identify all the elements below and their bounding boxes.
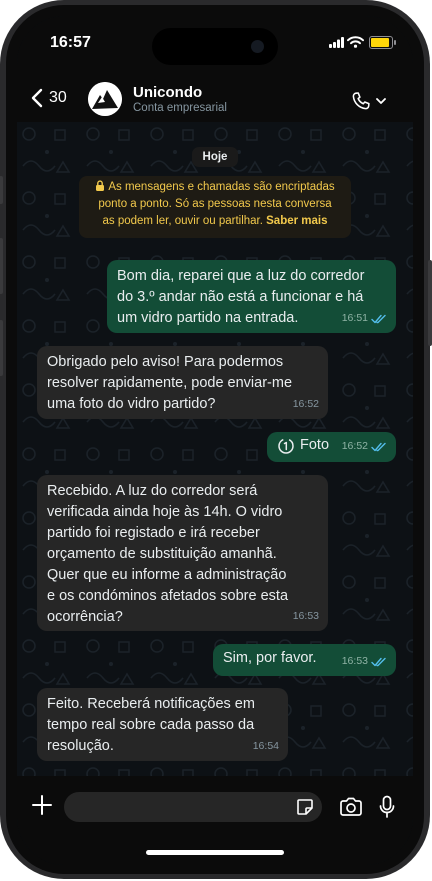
message-time: 16:54 xyxy=(252,740,279,752)
learn-more-link[interactable]: Saber mais xyxy=(266,215,327,227)
message-meta: 16:53 xyxy=(342,651,387,672)
camera-icon[interactable] xyxy=(339,797,363,817)
photo-label: Foto xyxy=(300,437,330,453)
mic-icon[interactable] xyxy=(379,795,395,819)
battery-level xyxy=(371,38,390,47)
unread-count: 30 xyxy=(49,89,67,106)
view-once-icon xyxy=(278,437,294,454)
whatsapp-business-avatar xyxy=(88,82,122,116)
message-time: 16:52 xyxy=(341,440,368,452)
message-text-line: e os condóminos afetados sobre esta xyxy=(47,588,289,604)
encryption-notice-line1: As mensagens e chamadas são encriptadas xyxy=(79,179,351,196)
camera-lens xyxy=(251,40,264,53)
message-bubble[interactable]: Recebido. A luz do corredor será verific… xyxy=(37,475,328,631)
power-button xyxy=(428,260,432,346)
message-text-line: do 3.º andar não está a funcionar e há xyxy=(117,289,364,305)
status-time: 16:57 xyxy=(50,34,91,51)
chevron-down-icon xyxy=(376,98,386,104)
plus-icon[interactable] xyxy=(31,794,53,816)
back-button[interactable]: 30 xyxy=(31,88,67,108)
message-bubble[interactable]: Bom dia, reparei que a luz do corredor d… xyxy=(107,260,396,333)
home-indicator[interactable] xyxy=(146,850,284,855)
cellular-signal-icon xyxy=(329,37,344,48)
message-text-line: Recebido. A luz do corredor será xyxy=(47,483,258,499)
date-label: Hoje xyxy=(192,147,238,167)
encryption-notice-line3: as podem ler, ouvir ou partilhar. Saber … xyxy=(79,213,351,230)
message-text-line: resolução. xyxy=(47,738,114,754)
chat-header: 30 Unicondo Conta empresarial xyxy=(17,66,413,122)
message-time: 16:53 xyxy=(341,655,368,667)
volume-up-button xyxy=(0,238,3,294)
dynamic-island xyxy=(152,28,278,65)
view-once-photo-bubble[interactable]: Foto 16:52 xyxy=(267,432,396,462)
battery-icon xyxy=(369,36,396,49)
message-text-line: tempo real sobre cada passo da xyxy=(47,717,255,733)
message-text-line: partido foi registado e irá receber xyxy=(47,525,260,541)
notice-text-1: As mensagens e chamadas são encriptadas xyxy=(108,181,335,193)
message-text-line: Bom dia, reparei que a luz do corredor xyxy=(117,268,365,284)
call-button[interactable] xyxy=(350,90,387,112)
message-meta: 16:52 xyxy=(293,394,319,415)
message-bubble[interactable]: Feito. Receberá notificações em tempo re… xyxy=(37,688,288,761)
notice-text-3: as podem ler, ouvir ou partilhar. xyxy=(102,215,267,227)
message-text-line: Quer que eu informe a administração xyxy=(47,567,287,583)
message-meta: 16:52 xyxy=(342,436,387,457)
contact-subtitle: Conta empresarial xyxy=(133,102,227,114)
battery-cap xyxy=(394,40,396,45)
notice-text-2: ponto a ponto. Só as pessoas nesta conve… xyxy=(98,198,332,210)
message-time: 16:52 xyxy=(292,398,319,410)
double-check-icon xyxy=(371,442,386,451)
double-check-icon xyxy=(371,314,386,323)
message-text-line: orçamento de substituição amanhã. xyxy=(47,546,277,562)
double-check-icon xyxy=(371,657,386,666)
message-input[interactable] xyxy=(64,792,322,822)
message-text-line: Obrigado pelo aviso! Para podermos xyxy=(47,354,284,370)
message-text-line: uma foto do vidro partido? xyxy=(47,396,216,412)
message-bubble[interactable]: Sim, por favor. 16:53 xyxy=(213,644,396,676)
message-text-line: verificada ainda hoje às 14h. O vidro xyxy=(47,504,283,520)
message-composer xyxy=(17,776,413,865)
message-text-line: resolver rapidamente, pode enviar-me xyxy=(47,375,293,391)
screen: 16:57 30 Unicondo Conta empresarial Hoje… xyxy=(17,16,413,865)
silent-switch xyxy=(0,176,3,204)
back-chevron-icon xyxy=(31,88,43,108)
status-bar: 16:57 xyxy=(17,16,413,66)
message-time: 16:51 xyxy=(341,312,368,324)
message-text-line: Feito. Receberá notificações em xyxy=(47,696,255,712)
message-bubble[interactable]: Obrigado pelo aviso! Para podermos resol… xyxy=(37,346,328,419)
encryption-notice[interactable]: As mensagens e chamadas são encriptadas … xyxy=(79,176,351,238)
message-time: 16:53 xyxy=(292,610,319,622)
message-text-line: ocorrência? xyxy=(47,609,123,625)
contact-name[interactable]: Unicondo xyxy=(133,84,202,101)
sticker-icon[interactable] xyxy=(296,798,314,816)
avatar[interactable] xyxy=(88,82,122,116)
message-meta: 16:53 xyxy=(293,606,319,627)
wifi-icon xyxy=(347,36,364,48)
phone-icon xyxy=(352,92,370,110)
message-meta: 16:51 xyxy=(342,308,387,329)
chat-area[interactable]: Hoje As mensagens e chamadas são encript… xyxy=(17,122,413,776)
message-meta: 16:54 xyxy=(253,736,279,757)
lock-icon xyxy=(96,180,105,191)
volume-down-button xyxy=(0,320,3,376)
